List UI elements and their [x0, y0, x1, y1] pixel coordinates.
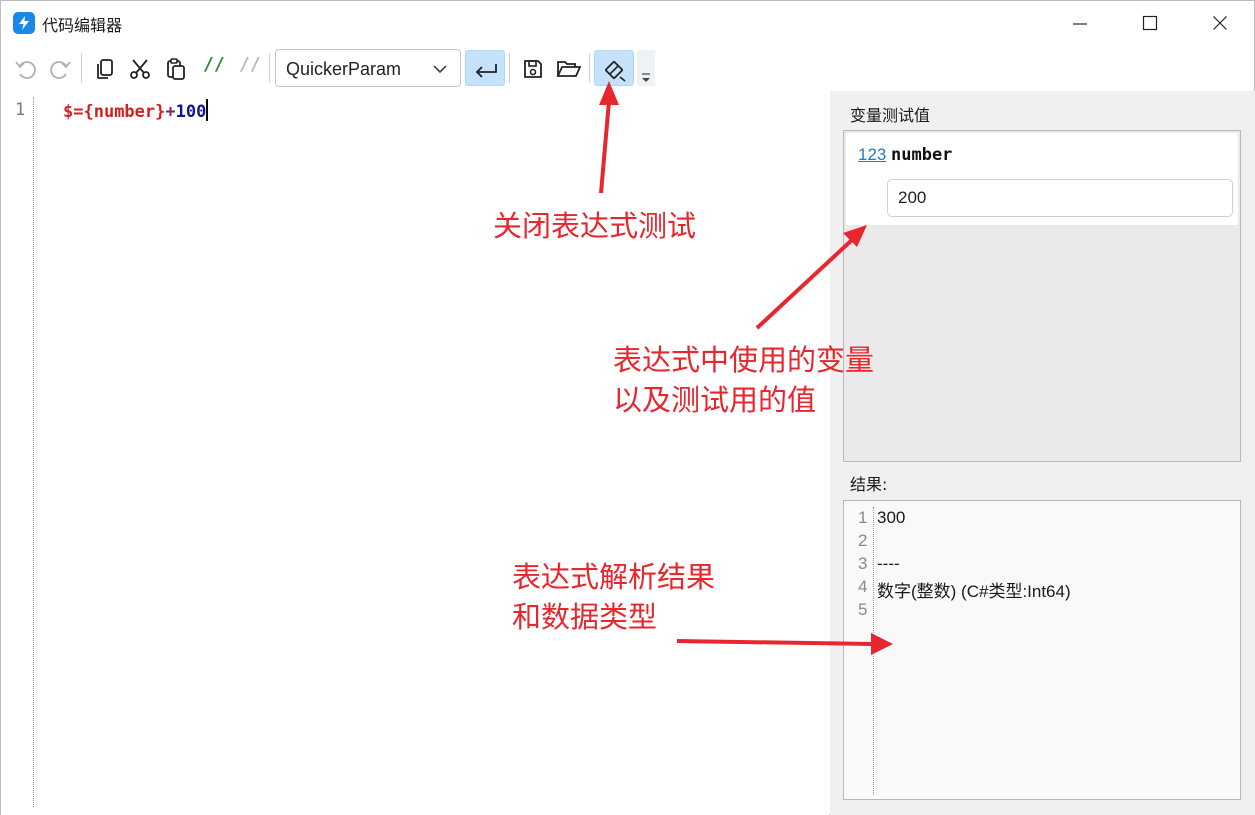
minimize-icon [1073, 23, 1087, 25]
result-label: 结果: [850, 475, 888, 494]
word-wrap-icon [475, 64, 497, 78]
variables-box: 123 number [843, 130, 1241, 462]
annotation-vars-line2: 以及测试用的值 [613, 383, 817, 417]
overflow-icon [642, 73, 650, 82]
result-line-number: 4 [858, 577, 868, 596]
cut-button[interactable] [122, 50, 156, 86]
copy-icon [97, 59, 113, 79]
code-editor[interactable]: 1 $={number}+100 [1, 91, 829, 815]
annotation-result-line1: 表达式解析结果 [512, 560, 716, 594]
minimize-button[interactable] [1045, 1, 1115, 45]
result-gutter-divider [873, 507, 874, 795]
quicker-bolt-icon [13, 12, 35, 34]
text-caret [206, 99, 209, 121]
result-line-number: 5 [858, 600, 868, 619]
number-type-icon: 123 [858, 145, 887, 164]
result-line: 300 [877, 508, 906, 527]
maximize-button[interactable] [1115, 1, 1185, 45]
expression-test-button[interactable] [594, 50, 634, 86]
save-button[interactable] [515, 50, 549, 86]
paste-button[interactable] [158, 50, 192, 86]
annotation-result-line2: 和数据类型 [512, 600, 658, 634]
line-number: 1 [15, 100, 26, 120]
variable-value-input[interactable] [887, 179, 1233, 217]
save-icon [524, 60, 542, 78]
variable-card: 123 number [846, 133, 1238, 225]
code-token: + [165, 102, 176, 122]
code-token: 100 [175, 102, 207, 122]
annotation-close-test: 关闭表达式测试 [493, 209, 697, 243]
open-folder-button[interactable] [550, 50, 584, 86]
language-select[interactable]: QuickerParam [275, 49, 461, 87]
redo-icon [50, 61, 71, 79]
word-wrap-button[interactable] [465, 50, 505, 86]
result-line-number: 1 [858, 508, 868, 527]
comment-icon[interactable]: // [203, 54, 225, 75]
code-line[interactable]: $={number}+100 [63, 99, 209, 122]
test-panel: 变量测试值 123 number 结果: 1 2 3 4 5 300 ---- … [830, 91, 1255, 815]
open-folder-icon [556, 61, 582, 77]
undo-button[interactable] [7, 50, 41, 86]
toolbar: // // QuickerParam [1, 45, 1254, 91]
maximize-icon [1142, 15, 1158, 31]
copy-button[interactable] [87, 50, 121, 86]
cut-icon [130, 59, 150, 79]
result-line: ---- [877, 554, 900, 573]
result-output[interactable]: 1 2 3 4 5 300 ---- 数字(整数) (C#类型:Int64) [843, 500, 1241, 800]
undo-icon [15, 61, 36, 79]
gutter-divider [33, 97, 34, 807]
variables-label: 变量测试值 [850, 106, 931, 125]
result-line: 数字(整数) (C#类型:Int64) [877, 582, 1071, 601]
result-line-number: 2 [858, 531, 868, 550]
code-token: $= [63, 102, 84, 122]
redo-button[interactable] [43, 50, 77, 86]
toolbar-separator [589, 53, 590, 83]
code-token: {number} [83, 102, 166, 122]
variable-name: number [891, 145, 953, 165]
toolbar-separator [81, 53, 82, 83]
close-button[interactable] [1185, 1, 1255, 45]
expression-test-icon [605, 61, 626, 82]
close-icon [1213, 16, 1227, 30]
toolbar-separator [269, 53, 270, 83]
uncomment-icon[interactable]: // [239, 54, 261, 75]
paste-icon [167, 58, 185, 80]
annotation-vars-line1: 表达式中使用的变量 [613, 343, 875, 377]
code-editor-window: 代码编辑器 // // QuickerParam 1 $={number}+10… [0, 0, 1255, 815]
language-select-value: QuickerParam [286, 59, 402, 79]
title-bar: 代码编辑器 [1, 1, 1254, 45]
chevron-down-icon [433, 65, 447, 74]
result-line-number: 3 [858, 554, 868, 573]
window-title: 代码编辑器 [42, 16, 123, 35]
toolbar-separator [509, 53, 510, 83]
overflow-button[interactable] [637, 50, 655, 86]
